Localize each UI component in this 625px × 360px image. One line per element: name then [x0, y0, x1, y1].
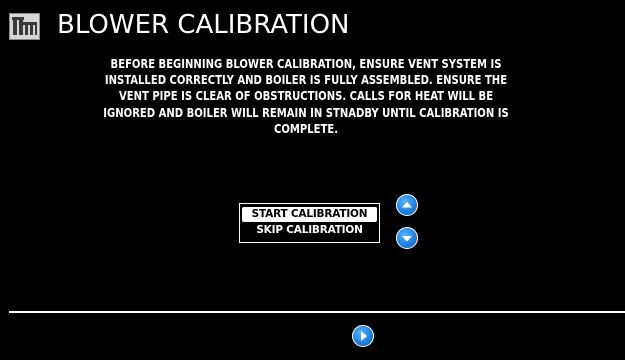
arrow-down-icon — [402, 236, 412, 242]
page-title: BLOWER CALIBRATION — [57, 10, 350, 40]
skip-calibration-option[interactable]: SKIP CALIBRATION — [242, 223, 377, 238]
calibration-instructions: BEFORE BEGINNING BLOWER CALIBRATION, ENS… — [103, 57, 509, 136]
start-calibration-option[interactable]: START CALIBRATION — [242, 207, 377, 222]
arrow-up-icon — [402, 202, 412, 208]
calibration-option-list: START CALIBRATION SKIP CALIBRATION — [239, 203, 380, 243]
brand-logo-icon — [9, 13, 40, 40]
play-next-icon — [361, 331, 367, 341]
next-button[interactable] — [352, 325, 374, 347]
scroll-down-button[interactable] — [396, 227, 418, 249]
calibration-screen: BLOWER CALIBRATION BEFORE BEGINNING BLOW… — [0, 0, 625, 360]
scroll-up-button[interactable] — [396, 194, 418, 216]
footer-divider — [9, 311, 625, 313]
